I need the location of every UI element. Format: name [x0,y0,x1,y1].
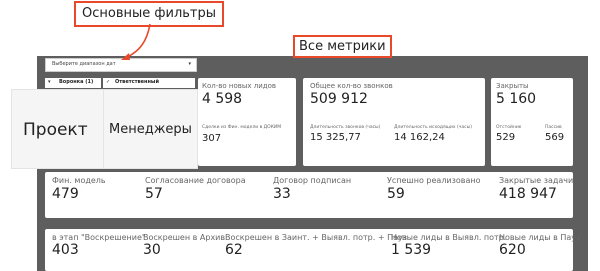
metrics-callout: Все метрики [293,35,392,58]
managers-overlay-label: Менеджеры [109,122,192,137]
responsible-filter[interactable]: ✓ Ответственный [103,78,195,88]
new-leads-value: 4 598 [202,91,243,107]
resurrection-stage-label: в этап "Воскрешение" [52,233,146,242]
archive-label: Воскрешен в Архив [143,233,226,242]
card-closed: Закрыты 5 160 Отстойник 529 Пассив 569 [491,78,573,166]
contract-signed-label: Договор подписан [273,176,352,185]
outgoing-hours-label: Длительность исходящих (часы) [394,125,472,130]
deals-label: Сделки из Фин. модели в ДОКИМ [202,125,282,130]
card-new-leads: Кол-во новых лидов 4 598 Сделки из Фин. … [198,78,296,166]
date-range-placeholder: Выберите диапазон дат [52,61,116,67]
closed-tasks-label: Закрытые задачи [499,176,574,185]
calls-value: 509 912 [310,91,368,107]
calls-hours-value: 15 325,77 [310,132,361,143]
closed-label: Закрыты [496,82,529,90]
new-leads-needs-label: Новые лиды в Выявл. потр. [391,233,507,242]
archive-value: 30 [143,242,161,258]
fin-model-value: 479 [52,186,79,202]
metrics-callout-label: Все метрики [299,39,386,54]
success-label: Успешно реализовано [387,176,481,185]
refusal-label: Отстойник [496,125,522,130]
project-overlay-label: Проект [23,120,88,140]
card-row3: в этап "Воскрешение" 403 Воскрешен в Арх… [45,229,580,271]
outgoing-hours-value: 14 162,24 [394,132,445,143]
deals-value: 307 [202,133,222,144]
new-leads-pause-value: 620 [499,242,526,258]
contract-signed-value: 33 [273,186,291,202]
contract-approval-value: 57 [145,186,163,202]
project-overlay: Проект [11,89,105,169]
passive-value: 569 [545,132,565,143]
card-row2: Фин. модель 479 Согласование договора 57… [45,172,573,218]
success-value: 59 [387,186,405,202]
resurrected-interest-value: 62 [225,242,243,258]
contract-approval-label: Согласование договора [145,176,246,185]
calls-hours-label: Длительность звонков (часы) [310,125,381,130]
check-icon: ✓ [106,79,111,85]
funnel-filter-label: Воронка (1) [59,79,94,85]
funnel-filter[interactable]: ▾ Воронка (1) [45,78,101,88]
caret-down-icon: ▾ [188,61,191,67]
managers-overlay: Менеджеры [103,89,198,169]
calls-label: Общее кол-во звонков [310,82,393,90]
closed-tasks-value: 418 947 [499,186,557,202]
closed-value: 5 160 [496,91,537,107]
resurrected-interest-label: Воскрешен в Заинт. + Выявл. потр. + Пауз [225,233,407,242]
new-leads-label: Кол-во новых лидов [202,82,277,90]
chevron-down-icon: ▾ [48,79,51,85]
resurrection-stage-value: 403 [52,242,79,258]
refusal-value: 529 [496,132,516,143]
filters-callout-label: Основные фильтры [82,6,217,21]
new-leads-pause-label: Новые лиды в Пауз [499,233,581,242]
passive-label: Пассив [545,125,562,130]
card-calls: Общее кол-во звонков 509 912 Длительност… [303,78,485,166]
new-leads-needs-value: 1 539 [391,242,432,258]
responsible-filter-label: Ответственный [115,79,159,85]
fin-model-label: Фин. модель [52,176,106,185]
callout-arrow-icon [121,23,151,60]
